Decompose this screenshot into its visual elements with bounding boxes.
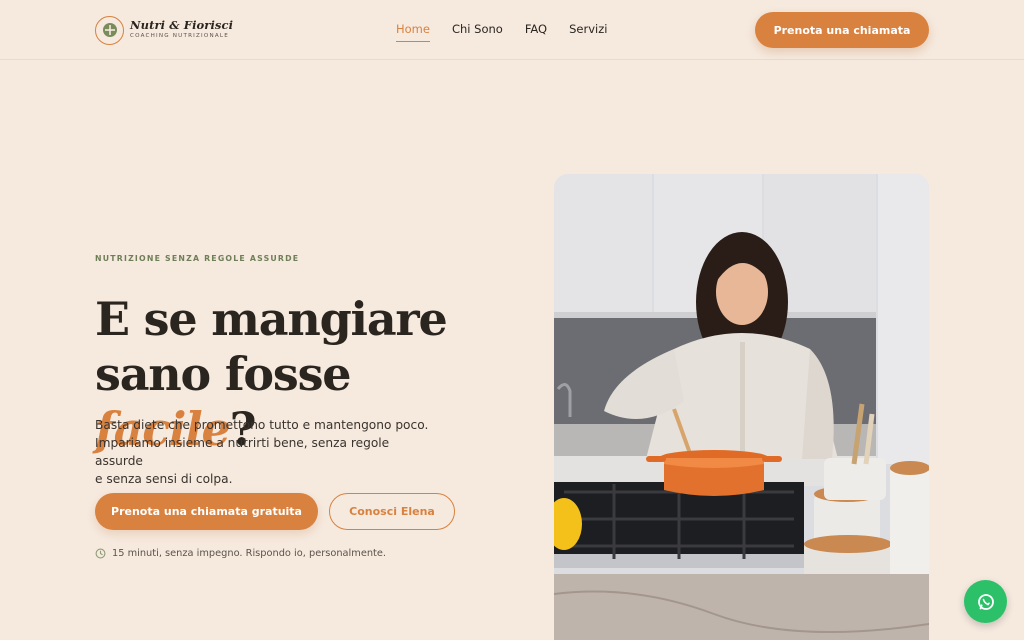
nav-item-home[interactable]: Home [396, 22, 430, 42]
brand-tagline: COACHING NUTRIZIONALE [130, 32, 229, 39]
nav-item-faq[interactable]: FAQ [525, 22, 547, 42]
nav-item-servizi[interactable]: Servizi [569, 22, 607, 42]
hero-note: 15 minuti, senza impegno. Rispondo io, p… [95, 548, 386, 559]
kitchen-photo [554, 174, 929, 640]
site-header: Nutri & Fiorisci COACHING NUTRIZIONALE H… [0, 0, 1024, 60]
book-free-call-button[interactable]: Prenota una chiamata gratuita [95, 493, 318, 530]
whatsapp-icon [977, 593, 994, 610]
clock-icon [95, 548, 106, 559]
headline-line-1: E se mangiare [95, 292, 448, 346]
hero-note-text: 15 minuti, senza impegno. Rispondo io, p… [112, 548, 387, 559]
meet-elena-button[interactable]: Conosci Elena [329, 493, 455, 530]
brand-logo[interactable]: Nutri & Fiorisci COACHING NUTRIZIONALE [95, 15, 233, 45]
brand-name: Nutri & Fiorisci [130, 18, 234, 33]
main-nav: Home Chi Sono FAQ Servizi [396, 22, 629, 42]
whatsapp-button[interactable] [964, 580, 1007, 623]
nav-item-chi-sono[interactable]: Chi Sono [452, 22, 503, 42]
headline-line-2: sano fosse [95, 347, 352, 401]
hero-description: Basta diete che promettono tutto e mante… [95, 416, 435, 488]
hero-description-line-2: Impariamo insieme a nutrirti bene, senza… [95, 436, 390, 468]
hero-description-line-1: Basta diete che promettono tutto e mante… [95, 418, 429, 432]
book-call-button[interactable]: Prenota una chiamata [755, 12, 929, 48]
logo-mark-icon [95, 15, 124, 45]
hero-description-line-3: e senza sensi di colpa. [95, 472, 233, 486]
hero-eyebrow: NUTRIZIONE SENZA REGOLE ASSURDE [95, 254, 300, 263]
